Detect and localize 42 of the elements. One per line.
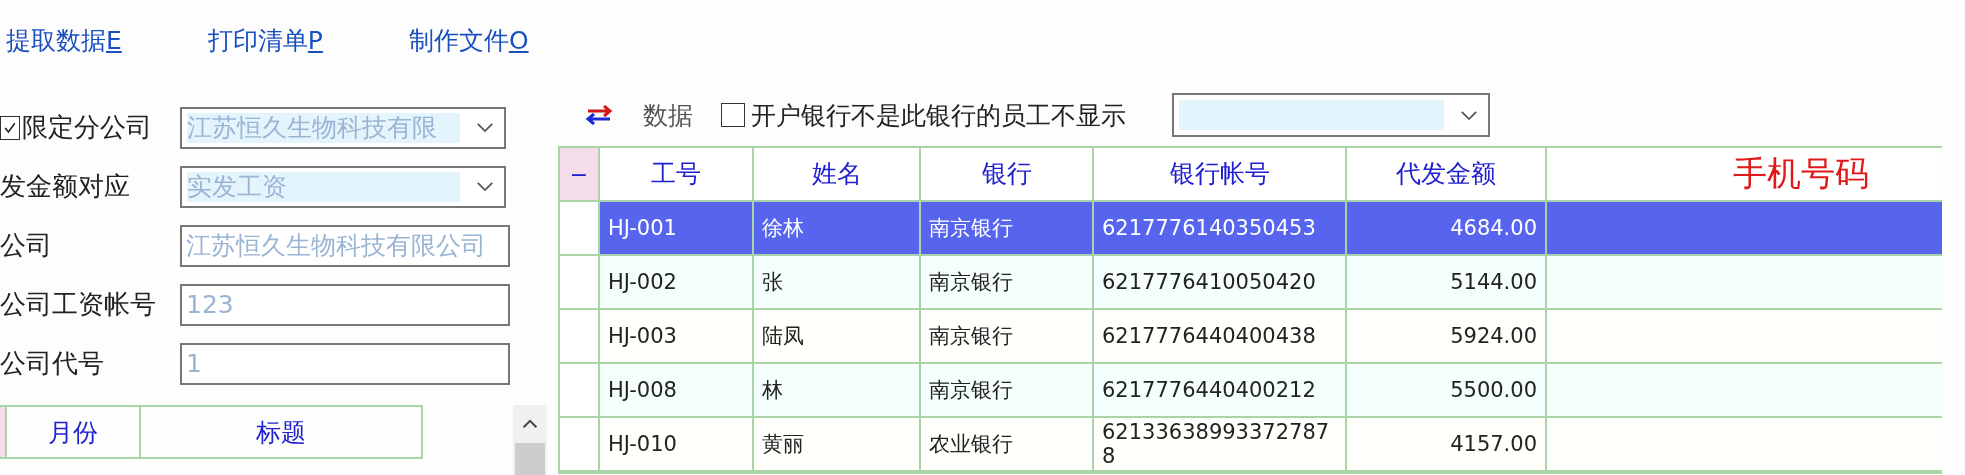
scroll-up-icon[interactable]: [522, 419, 538, 429]
table-row[interactable]: HJ-001 徐林 南京银行 6217776140350453 4684.00: [560, 202, 1940, 256]
toolbar-link[interactable]: 提取数据E: [4, 20, 126, 66]
table-cell: 5144.00: [1347, 256, 1547, 308]
table-cell: HJ-002: [600, 256, 754, 308]
table-cell: 南京银行: [921, 364, 1094, 416]
caret-icon: [476, 122, 494, 133]
table-row[interactable]: HJ-008 林 南京银行 6217776440400212 5500.00: [560, 364, 1940, 418]
table-row[interactable]: HJ-003 陆凤 南京银行 6217776440400438 5924.00: [560, 310, 1940, 364]
table-cell: 徐林: [754, 202, 921, 254]
table-cell: HJ-008: [600, 364, 754, 416]
field-label: 限定分公司: [22, 111, 152, 144]
checkbox[interactable]: [721, 103, 745, 127]
swap-arrows-icon[interactable]: [585, 105, 613, 125]
field-label: 公司: [0, 229, 52, 262]
dropdown-field[interactable]: [1172, 93, 1490, 137]
column-header[interactable]: 标题: [141, 407, 423, 457]
column-header[interactable]: 月份: [6, 407, 142, 457]
field-label: 发金额对应: [0, 170, 130, 203]
table-cell: 6217776140350453: [1094, 202, 1347, 254]
toolbar-link[interactable]: 制作文件O: [406, 20, 533, 66]
field-label: 公司工资帐号: [0, 288, 156, 321]
data-label: 数据: [643, 99, 693, 132]
table-row[interactable]: HJ-010 黄丽 农业银行 621336389933727878 4157.00: [560, 418, 1940, 472]
table-cell: 林: [754, 364, 921, 416]
checkbox[interactable]: [0, 115, 20, 140]
table-cell: HJ-001: [600, 202, 754, 254]
table-cell: 6217776410050420: [1094, 256, 1347, 308]
checkbox-label: 开户银行不是此银行的员工不显示: [751, 99, 1126, 132]
table-cell: 张: [754, 256, 921, 308]
table-row[interactable]: HJ-002 张 南京银行 6217776410050420 5144.00: [560, 256, 1940, 310]
field-label: 公司代号: [0, 347, 104, 380]
table-cell: 4684.00: [1347, 202, 1547, 254]
table-cell: 6217776440400212: [1094, 364, 1347, 416]
toolbar-link[interactable]: 打印清单P: [205, 20, 327, 66]
table-cell: 5500.00: [1347, 364, 1547, 416]
caret-icon: [1460, 109, 1478, 121]
caret-icon: [476, 181, 494, 192]
table-cell: 南京银行: [921, 256, 1094, 308]
table-cell: 南京银行: [921, 202, 1094, 254]
scrollbar[interactable]: [513, 405, 547, 475]
collapse-toggle[interactable]: −: [560, 148, 600, 200]
